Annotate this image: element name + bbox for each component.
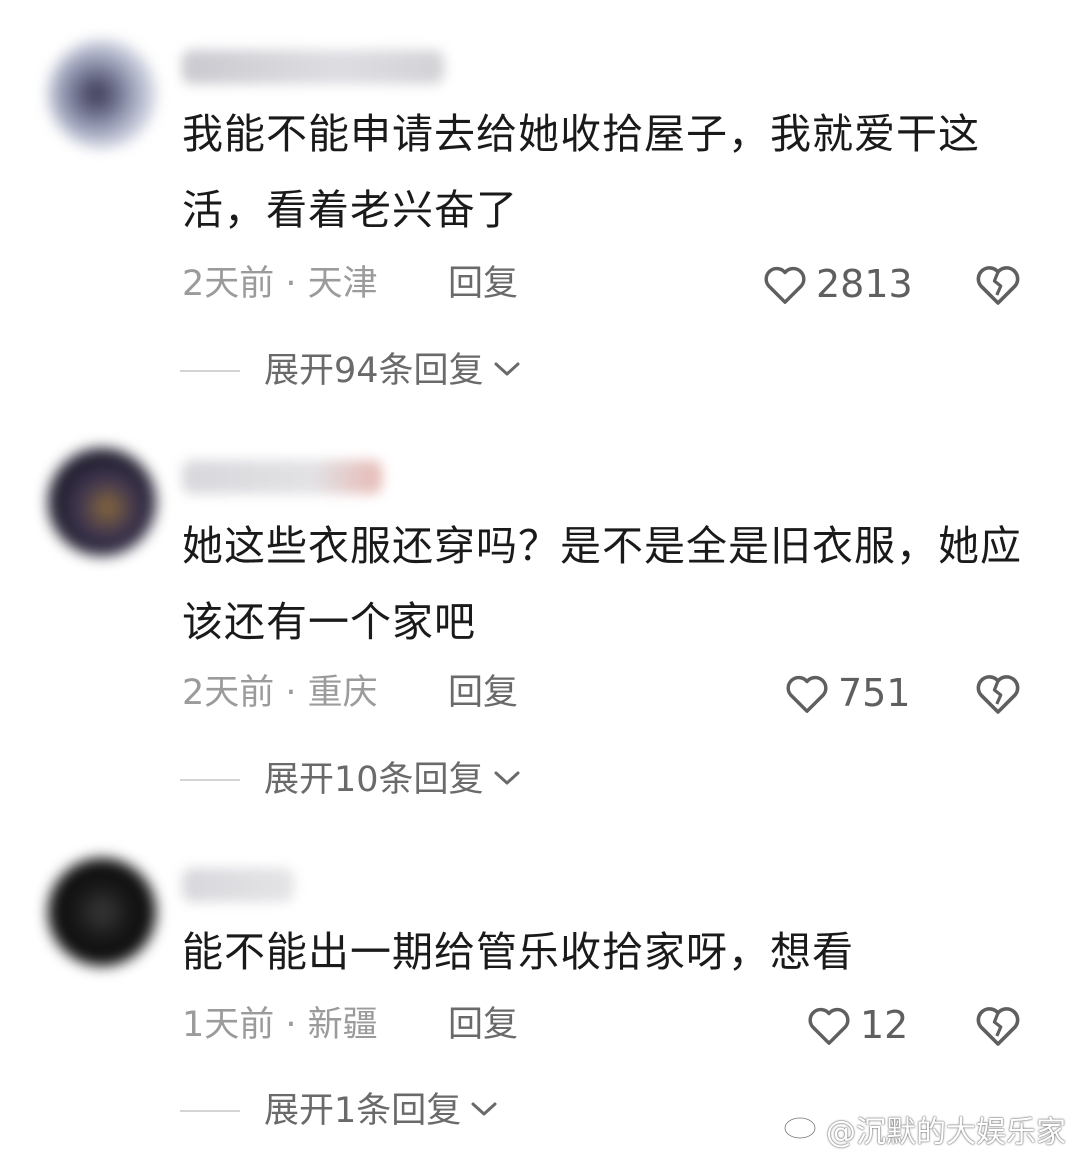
reply-button[interactable]: 回复	[448, 1005, 518, 1045]
comment-text: 能不能出一期给管乐收拾家呀，想看	[182, 928, 854, 976]
weibo-logo-icon	[782, 1109, 822, 1149]
heart-outline-icon	[806, 1003, 852, 1047]
meta-separator: ·	[274, 1005, 308, 1045]
expand-replies-label: 展开1条回复	[264, 1091, 462, 1131]
watermark-text: @沉默的大娱乐家	[826, 1115, 1066, 1150]
meta-separator: ·	[274, 264, 308, 304]
expand-replies-button[interactable]: 展开10条回复	[180, 760, 522, 800]
heart-outline-icon	[762, 262, 808, 306]
comment-meta: 2天前 · 天津	[182, 264, 378, 304]
reply-button[interactable]: 回复	[448, 673, 518, 713]
username-blurred[interactable]	[182, 50, 444, 84]
comment-time: 2天前	[182, 264, 275, 304]
like-button[interactable]: 2813	[762, 262, 913, 306]
avatar[interactable]	[48, 858, 156, 966]
expand-replies-label: 展开10条回复	[264, 760, 484, 800]
reply-button[interactable]: 回复	[448, 264, 518, 304]
comment-time: 2天前	[182, 673, 275, 713]
like-button[interactable]: 751	[784, 671, 911, 715]
avatar[interactable]	[48, 448, 156, 556]
comment-location: 新疆	[307, 1005, 378, 1045]
chevron-down-icon	[469, 1099, 499, 1123]
expand-replies-button[interactable]: 展开94条回复	[180, 351, 522, 391]
expand-divider	[180, 1110, 240, 1112]
comment-text: 她这些衣服还穿吗？是不是全是旧衣服，她应该还有一个家吧	[182, 522, 1022, 646]
like-button[interactable]: 12	[806, 1003, 908, 1047]
like-count: 2813	[816, 262, 913, 306]
comment-meta: 2天前 · 重庆	[182, 673, 378, 713]
broken-heart-icon[interactable]	[973, 262, 1023, 306]
comment-location: 重庆	[307, 673, 378, 713]
broken-heart-icon[interactable]	[973, 1003, 1023, 1047]
chevron-down-icon	[492, 359, 522, 383]
like-count: 751	[838, 671, 911, 715]
expand-divider	[180, 370, 240, 372]
expand-replies-label: 展开94条回复	[264, 351, 484, 391]
comment-location: 天津	[307, 264, 378, 304]
meta-separator: ·	[274, 673, 308, 713]
comment-meta: 1天前 · 新疆	[182, 1005, 378, 1045]
watermark: @沉默的大娱乐家	[782, 1107, 1066, 1151]
comment-text: 我能不能申请去给她收拾屋子，我就爱干这活，看着老兴奋了	[182, 110, 980, 234]
broken-heart-icon[interactable]	[973, 671, 1023, 715]
expand-divider	[180, 779, 240, 781]
avatar[interactable]	[48, 40, 156, 148]
expand-replies-button[interactable]: 展开1条回复	[180, 1091, 499, 1131]
username-blurred[interactable]	[182, 460, 382, 494]
username-blurred[interactable]	[182, 868, 294, 902]
like-count: 12	[860, 1003, 909, 1047]
comment-time: 1天前	[182, 1005, 275, 1045]
chevron-down-icon	[492, 768, 522, 792]
heart-outline-icon	[784, 671, 830, 715]
